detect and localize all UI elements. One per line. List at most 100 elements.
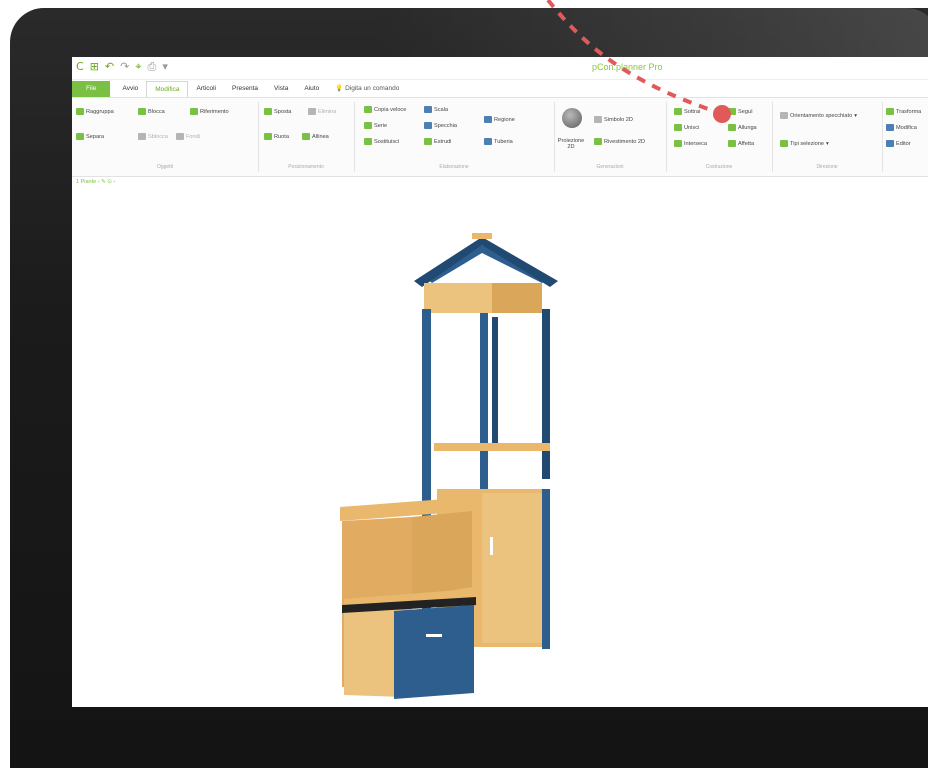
regione-button[interactable]: Regione [484,116,515,123]
tab-modifica[interactable]: Modifica [146,81,189,97]
editor-button[interactable]: Editor [886,140,911,147]
blocca-button[interactable]: Blocca [138,108,165,115]
sottrai-button[interactable]: Sottrai [674,108,700,115]
middle-shelf-shape [434,443,550,451]
left-inner-back-shape [412,511,472,597]
quick-access-toolbar: C ⊞ ↶ ↷ ⌖ ⎙ ▾ [76,60,168,74]
ribbon-group-costruzione: Sottrai Seguì Unisci Allunga Interseca A… [666,102,773,172]
elimina-button[interactable]: Elimina [308,108,336,115]
intersect-icon [674,140,682,147]
array-icon [364,122,372,129]
app-logo-icon[interactable]: C [76,60,84,74]
dropdown-arrow-icon: ▾ [854,112,857,119]
projection-2d-icon[interactable] [562,108,582,128]
serie-button[interactable]: Serie [364,122,387,129]
tipi-selezione-button[interactable]: Tipi selezione ▾ [780,140,829,147]
scale-icon [424,106,432,113]
subtract-icon [674,108,682,115]
tab-file[interactable]: File [72,81,111,97]
redo-icon[interactable]: ↷ [120,60,129,74]
ribbon-group-posizionamento: Sposta Elimina Ruota Allinea Posizioname… [258,102,355,172]
pencil-icon[interactable]: ✎ [101,179,106,185]
union-icon [674,124,682,131]
ribbon-tabs: File Avvio Modifica Articoli Presenta Vi… [72,81,928,97]
undo-icon[interactable]: ↶ [105,60,114,74]
tab-presenta[interactable]: Presenta [224,81,266,97]
trasforma-button[interactable]: Trasforma [886,108,921,115]
extrude-icon [424,138,432,145]
tab-avvio[interactable]: Avvio [114,81,146,97]
region-icon [484,116,492,123]
command-search[interactable]: 💡 Digita un comando [327,81,407,97]
replace-icon [364,138,372,145]
ungroup-icon [76,133,84,140]
delete-icon [308,108,316,115]
lock-icon [138,108,146,115]
print-icon[interactable]: ⎙ [148,60,157,74]
allunga-button[interactable]: Allunga [728,124,757,131]
specchia-button[interactable]: Specchia [424,122,457,129]
simbolo-2d-button[interactable]: Simbolo 2D [594,116,633,123]
save-icon[interactable]: ⊞ [90,60,99,74]
tab-articoli[interactable]: Articoli [188,81,224,97]
dropdown-arrow-icon: ▾ [826,140,829,147]
group-icon [76,108,84,115]
drawer-side-shape [344,605,402,697]
group-label-posizionamento: Posizionamento [288,164,324,170]
ribbon-group-oggetti: Raggruppa Blocca Riferimento Separa Sblo… [72,102,259,172]
upright-right-shape [542,309,550,479]
raggruppa-button[interactable]: Raggruppa [76,108,114,115]
separa-button[interactable]: Separa [76,133,104,140]
ribbon-group-generazioni: Proiezione 2D Simbolo 2D Rivestimento 2D… [554,102,667,172]
proiezione-2d-button[interactable]: Proiezione 2D [554,138,588,150]
tab-vista[interactable]: Vista [266,81,296,97]
segui-button[interactable]: Seguì [728,108,753,115]
mirror-icon [424,122,432,129]
ribbon-group-elaborazione: Copia veloce Scala Regione Serie Specchi… [354,102,555,172]
roof-ridge-shape [472,233,492,239]
orientamento-specchiato-button[interactable]: Orientamento specchiato ▾ [780,112,857,119]
cabinet-handle-shape [490,537,493,555]
rivestimento-2d-button[interactable]: Rivestimento 2D [594,138,645,145]
editor-icon [886,140,894,147]
move-icon [264,108,272,115]
scala-button[interactable]: Scala [424,106,448,113]
interseca-button[interactable]: Interseca [674,140,707,147]
sblocca-button[interactable]: Sblocca [138,133,168,140]
breadcrumb[interactable]: 1 Piante › ✎ ⊙ › [76,179,115,185]
affetta-button[interactable]: Affetta [728,140,754,147]
ribbon-group-trasforma: Trasforma Modifica Editor [882,102,928,172]
cabinet-door-shape [482,493,542,643]
title-bar: C ⊞ ↶ ↷ ⌖ ⎙ ▾ pCon.planner Pro [72,57,928,80]
sposta-button[interactable]: Sposta [264,108,291,115]
layer-icon[interactable]: ⊙ › [107,179,115,185]
merge-icon [176,133,184,140]
breadcrumb-floor[interactable]: 1 Piante › [76,179,100,185]
modifica-tool-button[interactable]: Modifica [886,124,917,131]
unisci-button[interactable]: Unisci [674,124,699,131]
drawer-front-shape [394,605,474,699]
group-label-costruzione: Costruzione [705,164,733,170]
rotate-icon [264,133,272,140]
tab-aiuto[interactable]: Aiuto [296,81,327,97]
drawing-canvas[interactable] [72,187,928,707]
customize-dropdown-icon[interactable]: ▾ [162,60,168,74]
tuberia-button[interactable]: Tuberia [484,138,513,145]
estrudi-button[interactable]: Estrudi [424,138,451,145]
snap-icon[interactable]: ⌖ [135,60,141,74]
copia-veloce-button[interactable]: Copia veloce [364,106,406,113]
cladding-2d-icon [594,138,602,145]
reference-icon [190,108,198,115]
command-search-placeholder: Digita un comando [345,85,400,92]
group-label-generazioni: Generazioni [596,164,624,170]
upright-back-shape [492,317,498,447]
fondi-button[interactable]: Fondi [176,133,200,140]
ruota-button[interactable]: Ruota [264,133,289,140]
application-screen: C ⊞ ↶ ↷ ⌖ ⎙ ▾ pCon.planner Pro File Avvi… [72,57,928,707]
riferimento-button[interactable]: Riferimento [190,108,229,115]
window-title: pCon.planner Pro [592,62,663,72]
quick-copy-icon [364,106,372,113]
allinea-button[interactable]: Allinea [302,133,329,140]
align-icon [302,133,310,140]
sostituisci-button[interactable]: Sostituisci [364,138,399,145]
